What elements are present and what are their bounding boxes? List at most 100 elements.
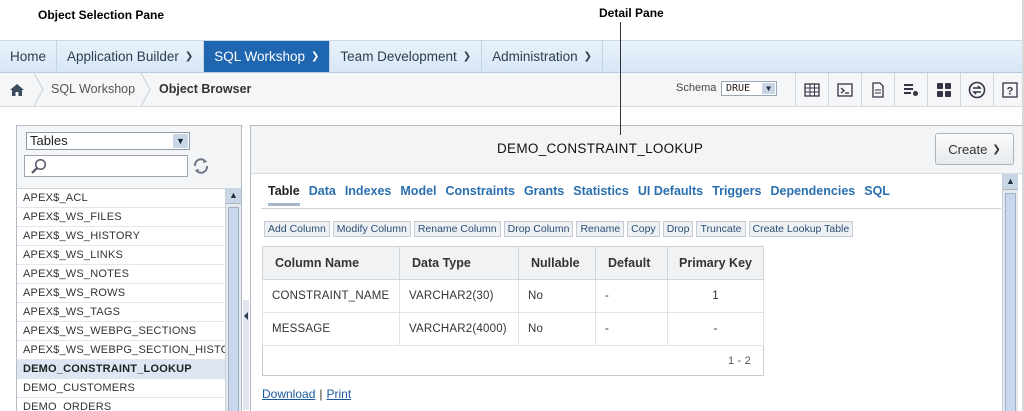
object-list-item[interactable]: APEX$_WS_LINKS (17, 246, 225, 265)
svg-text:?: ? (1007, 85, 1014, 97)
utilities-icon[interactable] (927, 73, 960, 106)
breadcrumb-object-browser: Object Browser (159, 82, 252, 96)
download-link[interactable]: Download (262, 387, 315, 401)
create-button-label: Create (948, 141, 988, 157)
print-link[interactable]: Print (327, 387, 352, 401)
tab-ui-defaults[interactable]: UI Defaults (638, 184, 703, 206)
tab-table[interactable]: Table (268, 184, 300, 206)
truncate-button[interactable]: Truncate (696, 221, 746, 237)
table-row: CONSTRAINT_NAME VARCHAR2(30) No - 1 (262, 279, 764, 313)
scroll-up-icon[interactable]: ▲ (226, 188, 241, 204)
column-header: Primary Key (667, 246, 764, 280)
object-list-item[interactable]: APEX$_WS_TAGS (17, 303, 225, 322)
column-header: Nullable (518, 246, 596, 280)
breadcrumb-sql-workshop[interactable]: SQL Workshop (51, 82, 135, 96)
table-cell: - (595, 312, 668, 346)
object-list-item[interactable]: APEX$_WS_WEBPG_SECTIONS (17, 322, 225, 341)
object-list-item[interactable]: APEX$_WS_HISTORY (17, 227, 225, 246)
table-cell: - (667, 312, 764, 346)
object-list-scrollbar[interactable]: ▲ (225, 188, 241, 411)
detail-title: DEMO_CONSTRAINT_LOOKUP (497, 141, 704, 156)
chevron-down-icon[interactable]: ❯ (584, 51, 592, 62)
object-list-item[interactable]: APEX$_ACL (17, 189, 225, 208)
object-list-item-selected[interactable]: DEMO_CONSTRAINT_LOOKUP (17, 360, 225, 379)
scrollbar-thumb[interactable] (1005, 193, 1016, 411)
copy-button[interactable]: Copy (627, 221, 660, 237)
object-list-item[interactable]: APEX$_WS_NOTES (17, 265, 225, 284)
object-list-item[interactable]: APEX$_WS_ROWS (17, 284, 225, 303)
columns-table: Column Name Data Type Nullable Default P… (262, 246, 764, 376)
chevron-down-icon[interactable]: ❯ (311, 51, 319, 62)
tab-data[interactable]: Data (309, 184, 336, 206)
nav-team-development[interactable]: Team Development ❯ (330, 41, 483, 72)
nav-sql-workshop-label: SQL Workshop (214, 49, 306, 64)
detail-scrollbar[interactable]: ▲ (1002, 174, 1018, 411)
tab-constraints[interactable]: Constraints (446, 184, 515, 206)
object-list-item[interactable]: APEX$_WS_WEBPG_SECTION_HISTORY (17, 341, 225, 360)
object-list-item[interactable]: DEMO_ORDERS (17, 398, 225, 411)
object-list: APEX$_ACL APEX$_WS_FILES APEX$_WS_HISTOR… (17, 188, 225, 411)
detail-tabs: Table Data Indexes Model Constraints Gra… (268, 184, 899, 206)
schema-select[interactable]: DRUE ▼ (721, 81, 777, 96)
help-icon[interactable]: ? (993, 73, 1024, 106)
callout-object-selection-pane: Object Selection Pane (38, 8, 165, 22)
chevron-down-icon[interactable]: ❯ (463, 51, 471, 62)
object-selection-pane: Tables ▼ APEX$_ACL APEX$_WS_FILES APEX$_… (16, 125, 242, 411)
tab-triggers[interactable]: Triggers (712, 184, 761, 206)
nav-sql-workshop[interactable]: SQL Workshop ❯ (204, 41, 331, 72)
table-cell: VARCHAR2(30) (399, 279, 519, 313)
pagination-text: 1 - 2 (727, 354, 751, 367)
create-button[interactable]: Create ❯ (935, 133, 1014, 165)
modify-column-button[interactable]: Modify Column (332, 221, 411, 237)
nav-application-builder-label: Application Builder (67, 49, 179, 64)
restful-icon[interactable] (960, 73, 993, 106)
search-icon (30, 158, 48, 178)
object-list-item[interactable]: APEX$_WS_FILES (17, 208, 225, 227)
home-icon[interactable] (0, 73, 34, 106)
breadcrumb-bar: SQL Workshop Object Browser Schema DRUE … (0, 73, 1022, 107)
object-list-item[interactable]: DEMO_CUSTOMERS (17, 379, 225, 398)
add-column-button[interactable]: Add Column (264, 221, 330, 237)
query-builder-icon[interactable] (894, 73, 927, 106)
tab-dependencies[interactable]: Dependencies (770, 184, 855, 206)
script-icon[interactable] (861, 73, 894, 106)
create-lookup-table-button[interactable]: Create Lookup Table (748, 221, 854, 237)
chevron-down-icon: ▼ (173, 134, 188, 148)
link-separator: | (319, 387, 323, 401)
tab-statistics[interactable]: Statistics (573, 184, 629, 206)
object-type-value: Tables (30, 133, 68, 148)
chevron-down-icon[interactable]: ❯ (185, 51, 193, 62)
schema-label: Schema (676, 82, 717, 94)
drop-button[interactable]: Drop (662, 221, 694, 237)
download-print-links: Download | Print (262, 387, 351, 401)
column-header: Default (595, 246, 668, 280)
main-navigation: Home Application Builder ❯ SQL Workshop ❯ … (0, 40, 1022, 73)
drop-column-button[interactable]: Drop Column (503, 221, 574, 237)
rename-button[interactable]: Rename (576, 221, 625, 237)
table-cell: 1 (667, 279, 764, 313)
tab-sql[interactable]: SQL (864, 184, 890, 206)
tab-model[interactable]: Model (400, 184, 436, 206)
chevron-down-icon: ❯ (992, 143, 1001, 155)
pane-splitter-handle[interactable] (243, 300, 249, 410)
object-search-input[interactable] (24, 155, 188, 177)
table-cell: - (595, 279, 668, 313)
sql-command-icon[interactable] (828, 73, 861, 106)
column-header: Column Name (262, 246, 400, 280)
nav-team-development-label: Team Development (340, 49, 457, 64)
object-type-select[interactable]: Tables ▼ (26, 132, 190, 150)
breadcrumb-separator (34, 73, 44, 106)
nav-home-label: Home (10, 49, 47, 64)
scrollbar-thumb[interactable] (228, 207, 239, 411)
nav-home[interactable]: Home (0, 41, 58, 72)
nav-application-builder[interactable]: Application Builder ❯ (57, 41, 205, 72)
tab-indexes[interactable]: Indexes (345, 184, 392, 206)
tab-grants[interactable]: Grants (524, 184, 564, 206)
refresh-icon[interactable] (192, 157, 210, 178)
table-icon[interactable] (795, 73, 828, 106)
nav-administration[interactable]: Administration ❯ (482, 41, 604, 72)
scroll-up-icon[interactable]: ▲ (1003, 174, 1018, 190)
chevron-down-icon: ▼ (762, 83, 775, 94)
breadcrumb-separator (141, 73, 151, 106)
rename-column-button[interactable]: Rename Column (413, 221, 501, 237)
